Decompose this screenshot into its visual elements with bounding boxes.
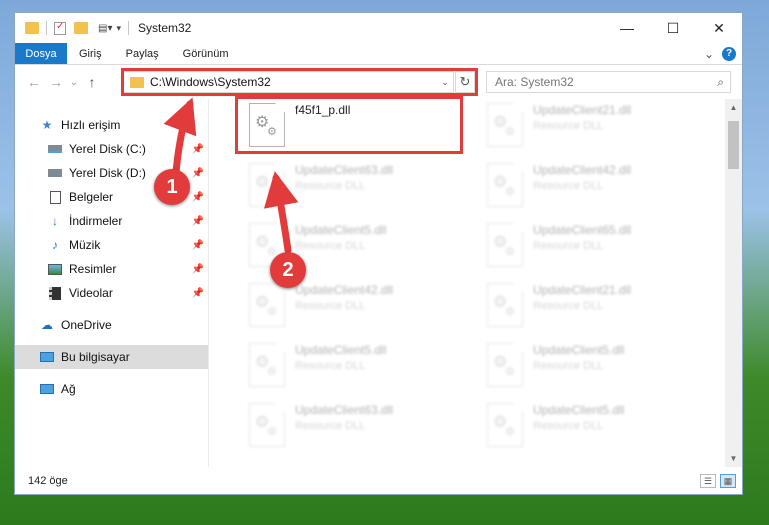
- arrow-to-dll-file: [263, 171, 299, 254]
- arrow-to-address-bar: [163, 97, 197, 176]
- step-1-callout: 1: [154, 169, 190, 205]
- annotation-arrows: [163, 97, 299, 254]
- step-2-callout: 2: [270, 252, 306, 288]
